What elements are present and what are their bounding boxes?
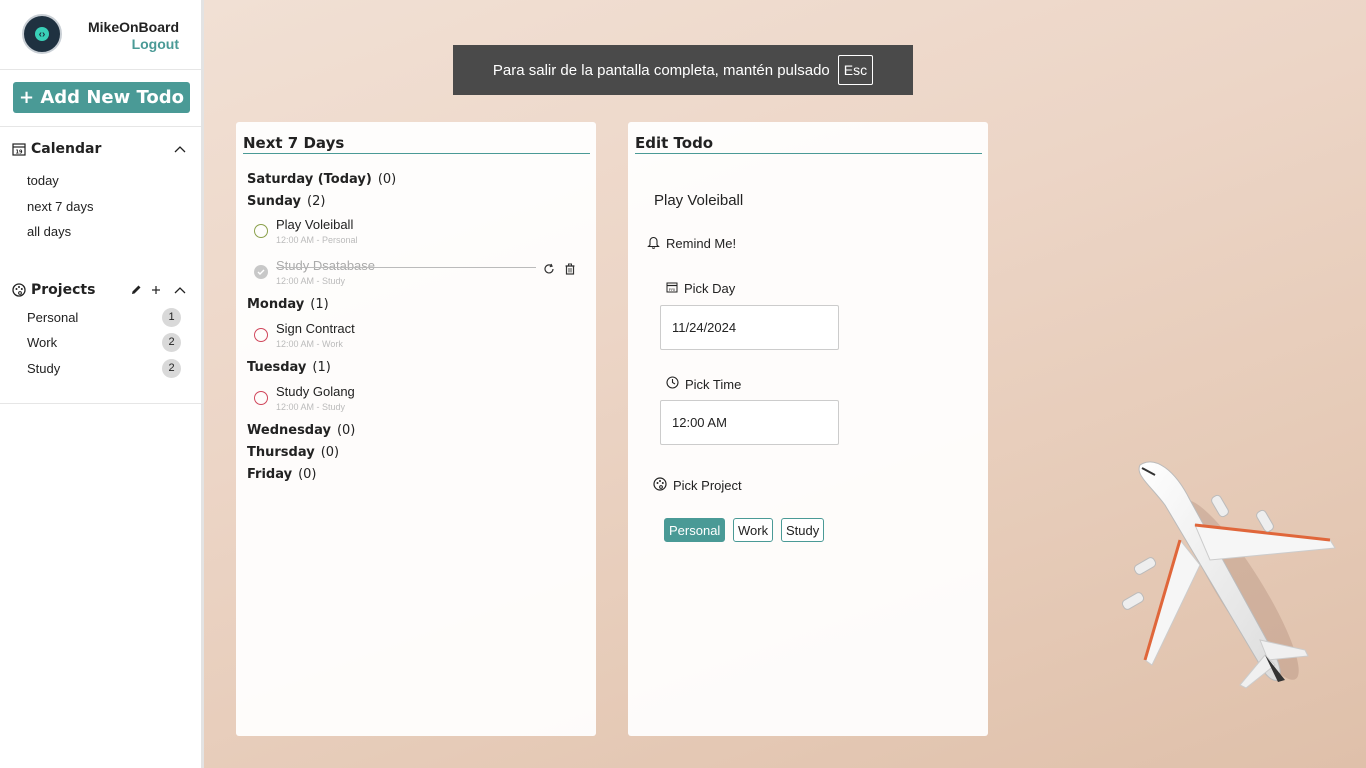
- todo-name: Study Golang: [276, 384, 355, 399]
- add-project-icon[interactable]: [149, 283, 163, 297]
- day-name: Tuesday: [247, 360, 307, 375]
- day-count: (0): [336, 423, 356, 438]
- todo-name: Play Voleiball: [276, 217, 354, 232]
- project-item-work[interactable]: Work 2: [27, 332, 181, 352]
- nav-next-7-days[interactable]: next 7 days: [27, 199, 94, 214]
- pick-project-label: Pick Project: [673, 478, 742, 493]
- day-header-friday: Friday (0): [247, 467, 317, 482]
- strikethrough-line: [276, 267, 536, 268]
- user-box: ‹› MikeOnBoard Logout: [0, 0, 201, 70]
- palette-icon: [653, 477, 667, 494]
- calendar-icon: 19: [12, 142, 26, 156]
- todo-item[interactable]: Study Dsatabase 12:00 AM - Study: [254, 258, 590, 292]
- calendar-title: Calendar: [31, 141, 102, 157]
- todo-meta: 12:00 AM - Work: [276, 339, 343, 349]
- remind-me-label: Remind Me!: [666, 236, 737, 251]
- day-count: (0): [298, 467, 317, 482]
- username: MikeOnBoard: [87, 19, 179, 35]
- projects-title: Projects: [31, 282, 96, 298]
- day-name: Wednesday: [247, 423, 331, 438]
- calendar-icon: FRI: [666, 281, 678, 296]
- todo-checkbox[interactable]: [254, 391, 268, 405]
- todo-meta: 12:00 AM - Study: [276, 276, 346, 286]
- project-item-personal[interactable]: Personal 1: [27, 307, 181, 327]
- projects-header[interactable]: Projects: [12, 281, 95, 299]
- day-header-thursday: Thursday (0): [247, 445, 339, 460]
- pick-time-label: Pick Time: [685, 376, 742, 392]
- calendar-header[interactable]: 19 Calendar: [12, 140, 101, 158]
- todo-checkbox[interactable]: [254, 328, 268, 342]
- logo-icon: ‹›: [35, 27, 49, 41]
- divider: [0, 126, 201, 127]
- day-header-tuesday: Tuesday (1): [247, 360, 331, 375]
- project-option-personal[interactable]: Personal: [664, 518, 726, 542]
- day-header-wednesday: Wednesday (0): [247, 423, 355, 438]
- day-count: (2): [307, 194, 326, 209]
- todo-checkbox[interactable]: [254, 224, 268, 238]
- bell-icon: [647, 235, 660, 252]
- day-name: Sunday: [247, 194, 302, 209]
- check-icon[interactable]: [254, 265, 268, 279]
- chevron-up-icon[interactable]: [173, 283, 187, 297]
- day-header-saturday: Saturday (Today) (0): [247, 172, 396, 187]
- todo-meta: 12:00 AM - Personal: [276, 235, 358, 245]
- todo-item[interactable]: Play Voleiball 12:00 AM - Personal: [254, 217, 590, 251]
- clock-icon: [666, 376, 679, 392]
- day-header-sunday: Sunday (2): [247, 194, 325, 209]
- nav-all-days[interactable]: all days: [27, 224, 71, 239]
- pick-project-label-row: Pick Project: [653, 477, 742, 494]
- project-name: Work: [27, 334, 58, 350]
- pick-day-label: Pick Day: [684, 281, 736, 296]
- todo-item[interactable]: Study Golang 12:00 AM - Study: [254, 384, 590, 418]
- svg-text:FRI: FRI: [669, 287, 675, 292]
- edit-todo-panel: Edit Todo Play Voleiball Remind Me! FRI …: [628, 122, 988, 736]
- svg-text:19: 19: [16, 150, 23, 156]
- fullscreen-notice-text: Para salir de la pantalla completa, mant…: [492, 61, 830, 79]
- todo-name: Sign Contract: [276, 321, 355, 336]
- airplane-decoration: [1121, 461, 1336, 689]
- trash-icon[interactable]: [563, 262, 577, 276]
- esc-key-badge: Esc: [837, 55, 874, 85]
- panel-title: Edit Todo: [635, 134, 982, 154]
- todo-name-input[interactable]: Play Voleiball: [654, 192, 743, 209]
- day-header-monday: Monday (1): [247, 297, 329, 312]
- project-count-badge: 2: [162, 358, 181, 378]
- nav-today[interactable]: today: [27, 173, 59, 188]
- next-7-days-panel: Next 7 Days Saturday (Today) (0) Sunday (2…: [236, 122, 596, 736]
- add-new-todo-button[interactable]: + Add New Todo: [13, 82, 190, 113]
- project-option-work[interactable]: Work: [733, 518, 774, 542]
- pick-time-label-row: Pick Time: [666, 376, 741, 392]
- project-item-study[interactable]: Study 2: [27, 358, 181, 378]
- day-count: (1): [312, 360, 331, 375]
- project-count-badge: 1: [162, 307, 181, 327]
- fullscreen-notice: Para salir de la pantalla completa, mant…: [453, 45, 913, 95]
- avatar: ‹›: [22, 14, 62, 54]
- day-name: Thursday: [247, 445, 315, 460]
- project-name: Study: [27, 360, 61, 376]
- day-count: (0): [320, 445, 340, 460]
- edit-pencil-icon[interactable]: [129, 283, 143, 297]
- date-field[interactable]: 11/24/2024: [660, 305, 839, 350]
- todo-meta: 12:00 AM - Study: [276, 402, 346, 412]
- todo-name: Study Dsatabase: [276, 258, 376, 273]
- restore-icon[interactable]: [542, 262, 556, 276]
- day-name: Monday: [247, 297, 305, 312]
- divider: [0, 403, 201, 404]
- sidebar: ‹› MikeOnBoard Logout + Add New Todo 19 …: [0, 0, 204, 768]
- project-count-badge: 2: [162, 332, 181, 352]
- day-count: (1): [310, 297, 329, 312]
- day-count: (0): [377, 172, 397, 187]
- day-name: Friday: [247, 467, 293, 482]
- project-name: Personal: [27, 309, 79, 325]
- logout-link[interactable]: Logout: [132, 36, 179, 52]
- project-option-study[interactable]: Study: [781, 518, 825, 542]
- time-field[interactable]: 12:00 AM: [660, 400, 839, 445]
- day-name: Saturday (Today): [247, 172, 372, 187]
- remind-me-toggle[interactable]: Remind Me!: [647, 235, 736, 252]
- todo-item[interactable]: Sign Contract 12:00 AM - Work: [254, 321, 590, 355]
- pick-day-label-row: FRI Pick Day: [666, 281, 735, 296]
- panel-title: Next 7 Days: [243, 134, 590, 154]
- chevron-up-icon[interactable]: [173, 142, 187, 156]
- palette-icon: [12, 283, 26, 297]
